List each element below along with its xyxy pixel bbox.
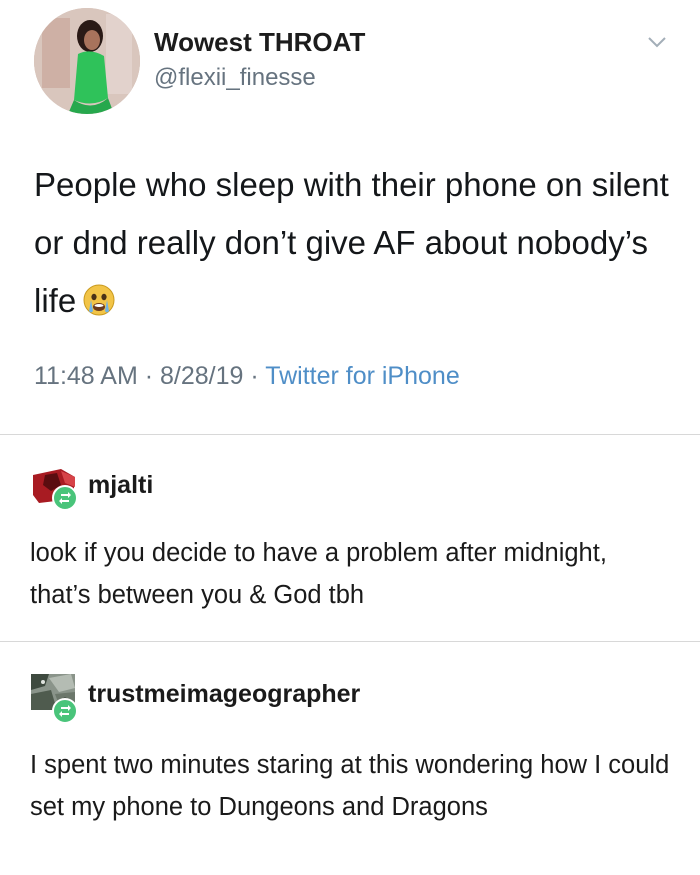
reblog-post: mjalti look if you decide to have a prob… [0,435,700,642]
tweet-source-link[interactable]: Twitter for iPhone [265,362,460,390]
reblog-icon [52,485,78,511]
crying-face-emoji-icon [82,277,116,316]
tweet-text-content: People who sleep with their phone on sil… [34,166,669,319]
tweet-handle[interactable]: @flexii_finesse [154,64,316,92]
reblog-icon [52,698,78,724]
reblog-post: trustmeimageographer I spent two minutes… [0,642,700,875]
meta-separator: · [137,362,160,390]
post-username[interactable]: trustmeimageographer [88,680,360,709]
tweet-text: People who sleep with their phone on sil… [34,156,674,330]
post-body: look if you decide to have a problem aft… [30,539,607,609]
chevron-down-icon[interactable] [646,34,668,50]
meta-separator: · [243,362,266,390]
post-username[interactable]: mjalti [88,471,153,500]
tweet-date[interactable]: 8/28/19 [160,362,243,390]
tweet-time[interactable]: 11:48 AM [34,362,138,390]
tweet-meta: 11:48 AM · 8/28/19 · Twitter for iPhone [34,362,460,391]
tweet-author-avatar[interactable] [34,8,140,114]
tweet-card: Wowest THROAT @flexii_finesse People who… [0,0,700,435]
tweet-display-name[interactable]: Wowest THROAT [154,27,365,58]
post-body: I spent two minutes staring at this wond… [30,751,670,821]
